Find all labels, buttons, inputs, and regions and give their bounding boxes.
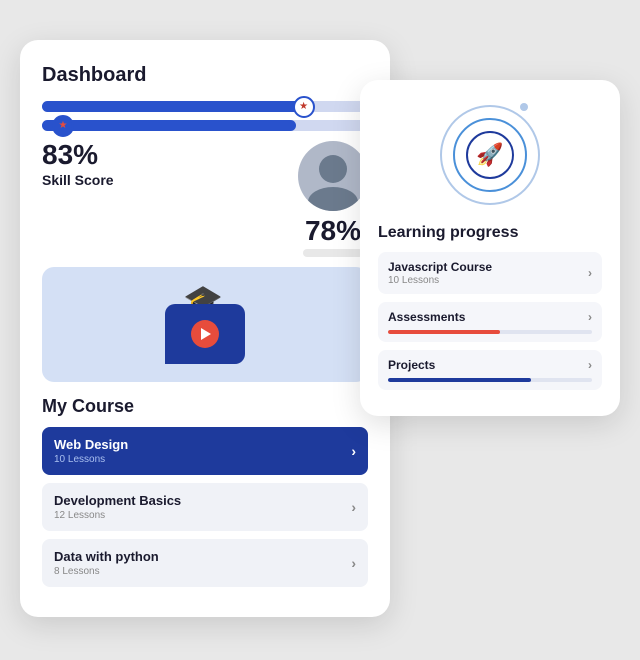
progress-fill-1: ★ [42, 101, 313, 112]
rocket-icon: 🚀 [476, 142, 503, 168]
learning-item-js[interactable]: Javascript Course 10 Lessons › [378, 252, 602, 294]
course-name-3: Data with python [54, 549, 159, 564]
avatar-head [319, 155, 347, 183]
stat-sublabel-2 [303, 249, 363, 257]
avatar [298, 141, 368, 211]
course-lessons-3: 8 Lessons [54, 566, 159, 577]
avatar-body [308, 187, 358, 211]
orbit-dot [520, 103, 528, 111]
learning-item-row-2: Assessments › [388, 310, 592, 324]
progress-mini-2 [388, 330, 592, 334]
progress-fill-2: ★ [42, 120, 296, 131]
course-name-1: Web Design [54, 437, 128, 452]
course-list: Web Design 10 Lessons › Development Basi… [42, 427, 368, 587]
video-bubble[interactable] [165, 304, 245, 364]
learning-item-row-3: Projects › [388, 358, 592, 372]
stat-label-1: Skill Score [42, 172, 114, 188]
stat-percent-2: 78% [305, 217, 361, 245]
progress-track-2: ★ [42, 120, 368, 131]
my-course-title: My Course [42, 396, 368, 417]
play-button[interactable] [191, 320, 219, 348]
chevron-icon-1: › [351, 443, 356, 459]
learning-name-3: Projects [388, 358, 435, 372]
rocket-section: 🚀 [378, 100, 602, 210]
learning-item-row-1: Javascript Course 10 Lessons › [388, 260, 592, 286]
course-item-dev-basics[interactable]: Development Basics 12 Lessons › [42, 483, 368, 531]
course-item-web-design[interactable]: Web Design 10 Lessons › [42, 427, 368, 475]
learning-name-1: Javascript Course [388, 260, 492, 274]
progress-section: ★ ★ [42, 101, 368, 131]
star-badge-right-1: ★ [293, 96, 315, 118]
chevron-icon-3: › [351, 555, 356, 571]
learning-chevron-3: › [588, 358, 592, 372]
learning-chevron-2: › [588, 310, 592, 324]
right-learning-card: 🚀 Learning progress Javascript Course 10… [360, 80, 620, 416]
learning-name-2: Assessments [388, 310, 465, 324]
course-name-2: Development Basics [54, 493, 181, 508]
course-lessons-1: 10 Lessons [54, 454, 128, 465]
orbit-container: 🚀 [440, 105, 540, 205]
learning-chevron-1: › [588, 266, 592, 280]
progress-track-1: ★ [42, 101, 368, 112]
course-item-info-1: Web Design 10 Lessons [54, 437, 128, 465]
course-banner: 🎓 [42, 267, 368, 382]
progress-mini-fill-2 [388, 330, 500, 334]
star-badge-left-2: ★ [52, 115, 74, 137]
progress-mini-fill-3 [388, 378, 531, 382]
progress-mini-3 [388, 378, 592, 382]
course-item-python[interactable]: Data with python 8 Lessons › [42, 539, 368, 587]
learning-list: Javascript Course 10 Lessons › Assessmen… [378, 252, 602, 390]
main-dashboard-card: Dashboard ★ ★ 83% [20, 40, 390, 617]
learning-item-projects[interactable]: Projects › [378, 350, 602, 390]
learning-item-assessments[interactable]: Assessments › [378, 302, 602, 342]
dashboard-title: Dashboard [42, 64, 368, 87]
avatar-block: 78% [298, 141, 368, 257]
stat-block-left: 83% Skill Score [42, 141, 114, 188]
stat-percent-1: 83% [42, 141, 114, 169]
progress-bar-row-2: ★ [42, 120, 368, 131]
course-lessons-2: 12 Lessons [54, 510, 181, 521]
course-item-info-3: Data with python 8 Lessons [54, 549, 159, 577]
stats-row: 83% Skill Score 78% [42, 141, 368, 257]
learning-progress-title: Learning progress [378, 224, 602, 242]
learning-sub-1: 10 Lessons [388, 275, 492, 286]
course-item-info-2: Development Basics 12 Lessons [54, 493, 181, 521]
learning-item-info-1: Javascript Course 10 Lessons [388, 260, 492, 286]
progress-bar-row-1: ★ [42, 101, 368, 112]
chevron-icon-2: › [351, 499, 356, 515]
play-triangle-icon [201, 328, 211, 340]
